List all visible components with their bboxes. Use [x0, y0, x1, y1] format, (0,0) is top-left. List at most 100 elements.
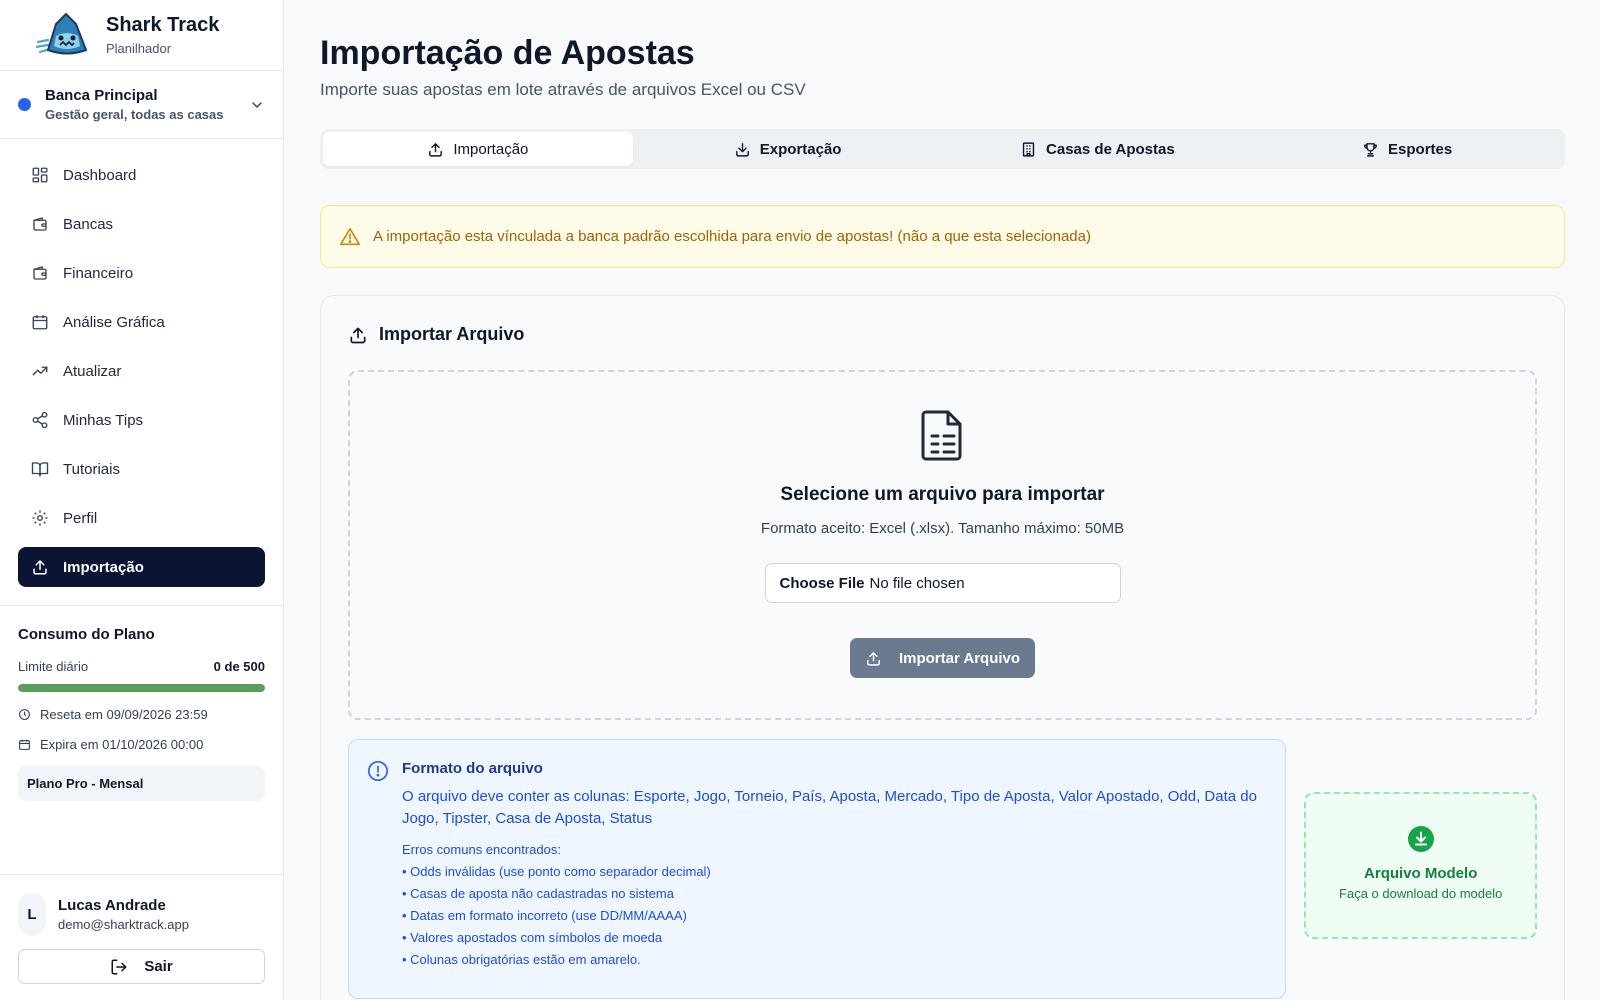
warning-triangle-icon: [339, 226, 361, 248]
building-icon: [1020, 141, 1037, 158]
user-email: demo@sharktrack.app: [58, 917, 189, 932]
bank-selector[interactable]: Banca Principal Gestão geral, todas as c…: [0, 71, 283, 139]
sidebar-item-analise-grafica[interactable]: Análise Gráfica: [18, 302, 265, 342]
clock-icon: [18, 708, 31, 721]
file-input-status: No file chosen: [869, 574, 965, 592]
logout-button[interactable]: Sair: [18, 949, 265, 984]
shark-logo-icon: [36, 12, 92, 58]
drop-zone-title: Selecione um arquivo para importar: [780, 484, 1105, 505]
download-circle-icon: [1407, 826, 1434, 852]
daily-limit-value: 0 de 500: [213, 659, 265, 674]
user-name: Lucas Andrade: [58, 897, 166, 914]
gear-icon: [31, 509, 49, 527]
brand: Shark Track Planilhador: [0, 0, 283, 71]
errors-title: Erros comuns encontrados:: [402, 842, 561, 857]
dashboard-grid-icon: [31, 166, 49, 184]
error-item: • Casas de aposta não cadastradas no sis…: [402, 886, 674, 901]
sidebar-item-tutoriais[interactable]: Tutoriais: [18, 449, 265, 489]
file-spreadsheet-icon: [920, 408, 966, 462]
tab-exportacao[interactable]: Exportação: [633, 132, 943, 166]
tab-label: Casas de Apostas: [1046, 140, 1175, 158]
user-panel: L Lucas Andrade demo@sharktrack.app Sair: [0, 874, 283, 1000]
wallet-icon: [31, 264, 49, 282]
format-columns: O arquivo deve conter as colunas: Esport…: [402, 788, 1257, 827]
error-item: • Valores apostados com símbolos de moed…: [402, 930, 663, 945]
avatar: L: [18, 893, 46, 936]
template-title: Arquivo Modelo: [1364, 865, 1478, 882]
upload-icon: [865, 650, 882, 667]
drop-zone-description: Formato aceito: Excel (.xlsx). Tamanho m…: [760, 520, 1125, 537]
book-open-icon: [31, 460, 49, 478]
plan-title: Consumo do Plano: [18, 626, 155, 643]
upload-icon: [427, 141, 444, 158]
share-icon: [31, 411, 49, 429]
sidebar-item-perfil[interactable]: Perfil: [18, 498, 265, 538]
tab-label: Esportes: [1388, 140, 1453, 158]
file-input[interactable]: Choose File No file chosen: [764, 563, 1121, 603]
sidebar-item-importacao[interactable]: Importação: [18, 547, 265, 587]
tabs: Importação Exportação Casas de Apostas E…: [320, 129, 1565, 169]
upload-icon: [348, 325, 368, 345]
page-subtitle: Importe suas apostas em lote através de …: [320, 80, 806, 99]
daily-limit-label: Limite diário: [18, 659, 89, 674]
error-item: • Datas em formato incorreto (use DD/MM/…: [402, 908, 687, 923]
sidebar-item-label: Bancas: [63, 215, 114, 233]
tab-esportes[interactable]: Esportes: [1252, 132, 1562, 166]
reset-time: Reseta em 09/09/2026 23:59: [40, 707, 208, 722]
upload-icon: [31, 558, 49, 576]
trophy-icon: [1362, 141, 1379, 158]
plan-name-badge: Plano Pro - Mensal: [18, 766, 265, 801]
main-content: Importação de Apostas Importe suas apost…: [320, 0, 1565, 1000]
calendar-icon: [18, 738, 31, 751]
alert-text: A importação esta vínculada a banca padr…: [373, 228, 1091, 245]
template-download-button[interactable]: Arquivo Modelo Faça o download do modelo: [1304, 792, 1537, 939]
chevron-down-icon: [249, 97, 265, 113]
sidebar-item-financeiro[interactable]: Financeiro: [18, 253, 265, 293]
usage-progress-fill: [18, 684, 265, 692]
expire-time: Expira em 01/10/2026 00:00: [40, 737, 204, 752]
sidebar-nav: Dashboard Bancas Financeiro Análise Gráf…: [0, 139, 283, 606]
plan-usage: Consumo do Plano Limite diário 0 de 500 …: [0, 606, 283, 801]
usage-progress-bar: [18, 684, 265, 692]
sidebar-item-label: Perfil: [63, 509, 98, 527]
file-drop-zone[interactable]: Selecione um arquivo para importar Forma…: [348, 370, 1537, 720]
import-card: Importar Arquivo Selecione um arquivo pa…: [320, 295, 1565, 1000]
error-item: • Odds inválidas (use ponto como separad…: [402, 864, 711, 879]
choose-file-button[interactable]: Choose File: [780, 575, 865, 592]
sidebar-item-bancas[interactable]: Bancas: [18, 204, 265, 244]
tab-label: Importação: [453, 140, 529, 158]
tab-label: Exportação: [759, 140, 842, 158]
sidebar-item-label: Tutoriais: [63, 460, 120, 478]
sidebar-item-label: Atualizar: [63, 362, 122, 380]
bank-status-dot: [18, 98, 31, 111]
template-subtitle: Faça o download do modelo: [1339, 886, 1503, 901]
sidebar: Shark Track Planilhador Banca Principal …: [0, 0, 284, 1000]
info-icon: [367, 760, 389, 782]
sidebar-item-atualizar[interactable]: Atualizar: [18, 351, 265, 391]
error-item: • Colunas obrigatórias estão em amarelo.: [402, 952, 641, 967]
logout-icon: [110, 958, 128, 976]
bank-description: Gestão geral, todas as casas: [45, 107, 224, 122]
file-format-info: Formato do arquivo O arquivo deve conter…: [348, 739, 1287, 999]
warning-alert: A importação esta vínculada a banca padr…: [320, 205, 1565, 268]
import-card-title: Importar Arquivo: [379, 324, 525, 344]
format-title: Formato do arquivo: [402, 760, 543, 777]
brand-title: Shark Track: [106, 14, 220, 36]
sidebar-item-dashboard[interactable]: Dashboard: [18, 155, 265, 195]
brand-subtitle: Planilhador: [106, 41, 172, 56]
page-title: Importação de Apostas: [320, 34, 695, 72]
import-button-label: Importar Arquivo: [898, 649, 1021, 667]
import-file-button[interactable]: Importar Arquivo: [850, 638, 1035, 678]
sidebar-item-label: Dashboard: [63, 166, 137, 184]
sidebar-item-label: Importação: [63, 558, 144, 576]
wallet-icon: [31, 215, 49, 233]
tab-importacao[interactable]: Importação: [323, 132, 633, 166]
bank-name: Banca Principal: [45, 87, 158, 104]
logout-label: Sair: [144, 958, 173, 975]
sidebar-item-label: Análise Gráfica: [63, 313, 165, 331]
download-icon: [734, 141, 751, 158]
sidebar-item-label: Minhas Tips: [63, 411, 144, 429]
tab-casas-de-apostas[interactable]: Casas de Apostas: [943, 132, 1253, 166]
sidebar-item-minhas-tips[interactable]: Minhas Tips: [18, 400, 265, 440]
calendar-icon: [31, 313, 49, 331]
